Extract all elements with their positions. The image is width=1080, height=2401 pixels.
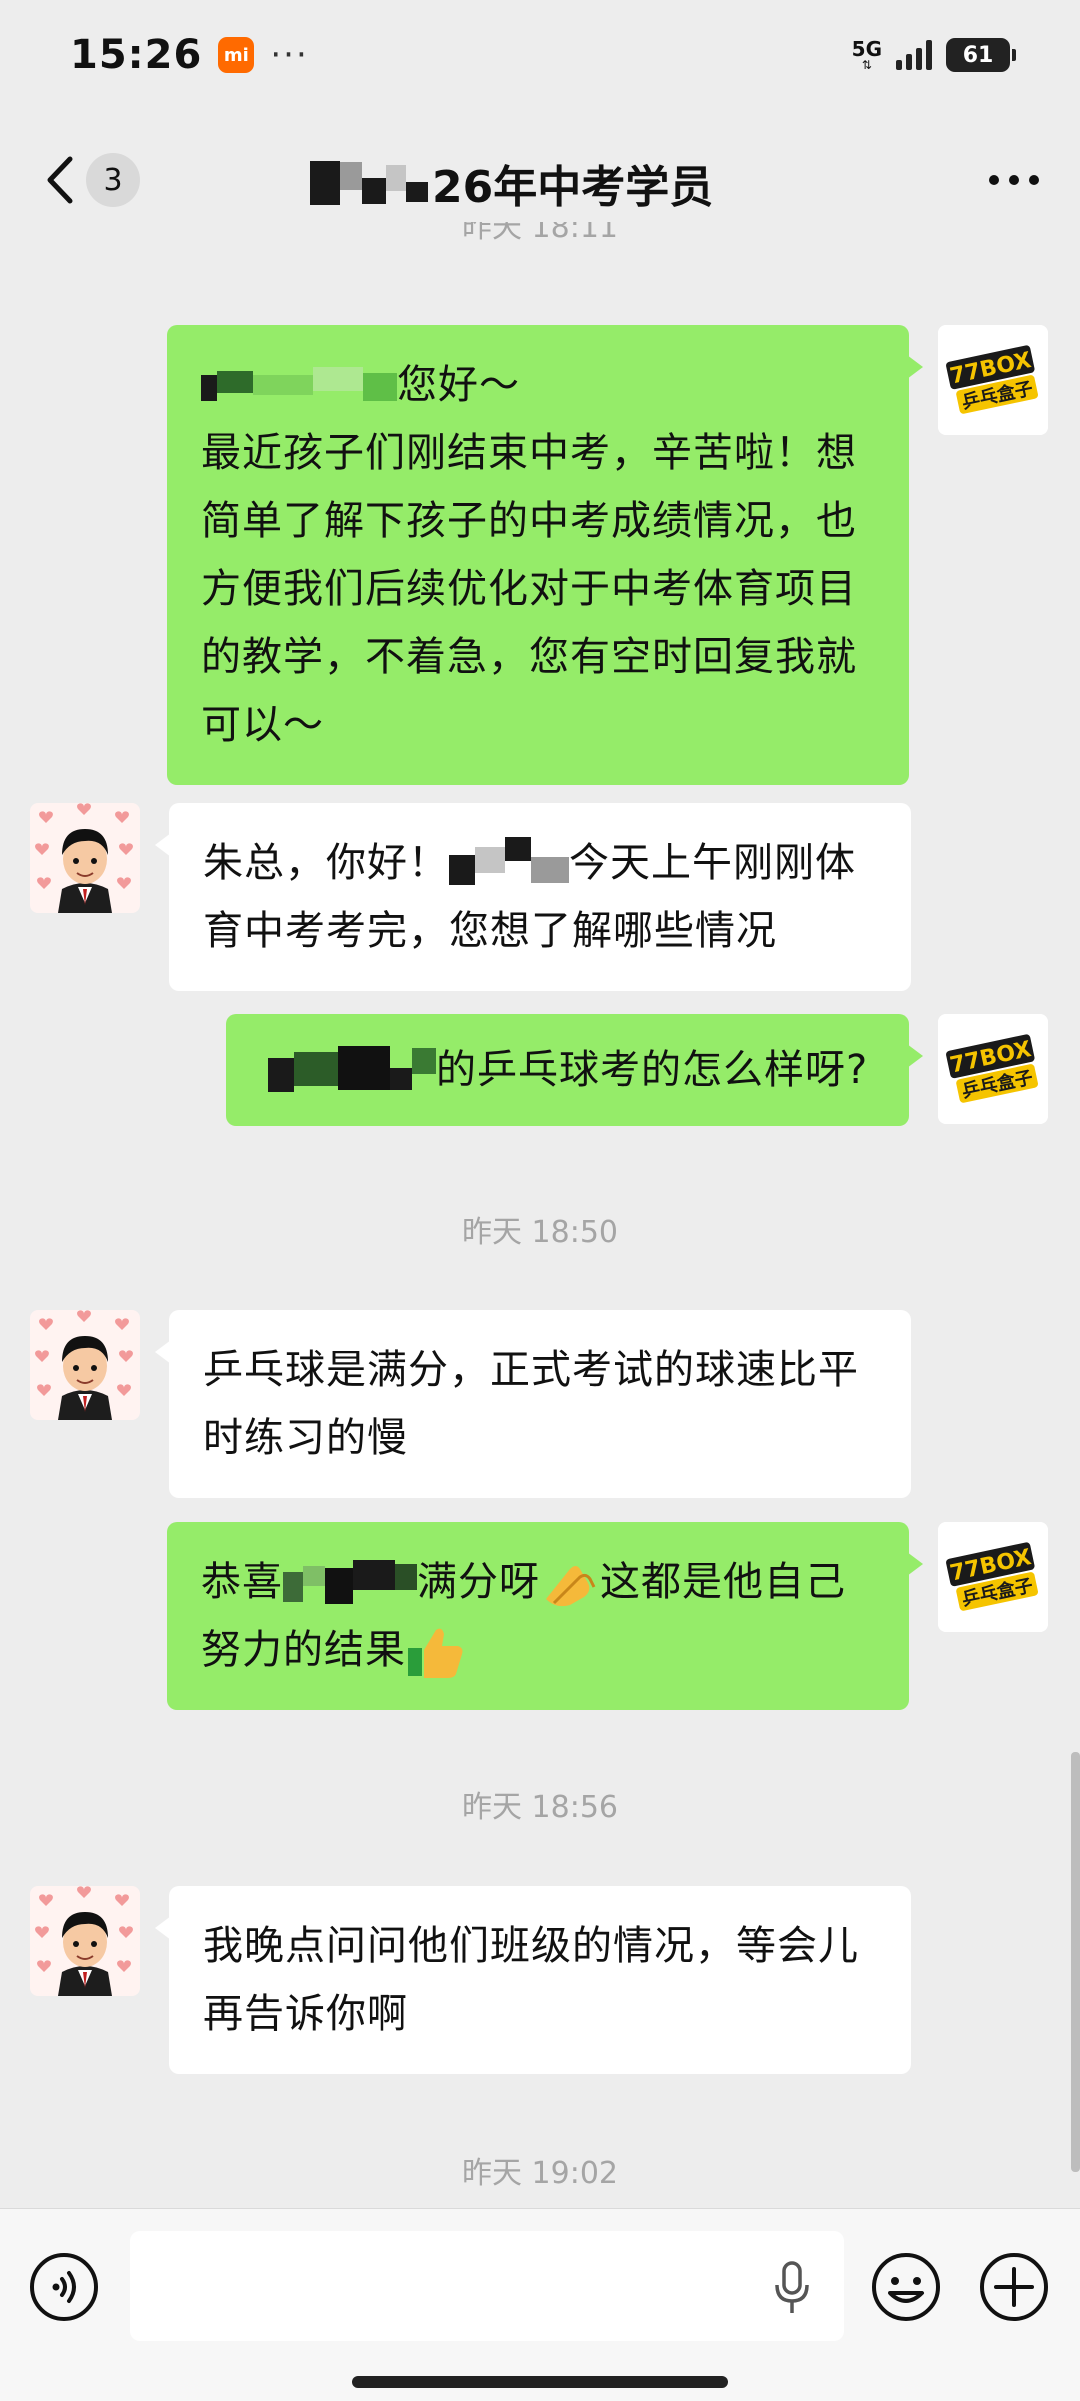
thumbs-up-emoji-icon (408, 1628, 463, 1678)
censored-name (256, 1046, 436, 1094)
message-text: 我晚点问问他们班级的情况，等会儿再告诉你啊 (203, 1923, 859, 2037)
censored-name (201, 365, 397, 409)
message-text: 您好～ (397, 362, 520, 408)
chat-title: 26年中考学员 (432, 162, 714, 213)
status-indicators: 5G ⇅ 61 (852, 38, 1016, 72)
self-avatar[interactable]: 77BOX 乒乓盒子 (938, 1522, 1048, 1632)
scrollbar[interactable] (1071, 1752, 1080, 2172)
home-indicator[interactable] (352, 2376, 728, 2388)
network-indicator: 5G ⇅ (852, 39, 882, 71)
logo-icon: 77BOX 乒乓盒子 (938, 1014, 1048, 1124)
status-time: 15:26 (70, 32, 203, 78)
message-text: 的乒乓球考的怎么样呀? (436, 1047, 869, 1093)
person-avatar-icon (30, 1886, 140, 1996)
timestamp: 昨天 18:56 (462, 1790, 618, 1825)
message-text: 恭喜 (201, 1559, 283, 1605)
chat-title-group[interactable]: 26年中考学员 (310, 155, 713, 213)
message-text: 满分呀 (417, 1559, 540, 1605)
message-bubble-other[interactable]: 我晚点问问他们班级的情况，等会儿再告诉你啊 (155, 1886, 911, 2074)
message-bubble-self[interactable]: 的乒乓球考的怎么样呀? (226, 1014, 923, 1126)
mi-icon: mi (218, 37, 255, 73)
battery-level: 61 (962, 42, 994, 68)
chat-header: 3 26年中考学员 (0, 125, 1080, 235)
back-arrow-icon[interactable] (40, 153, 80, 207)
censored-name (449, 837, 569, 887)
message-text: 最近孩子们刚结束中考，辛苦啦！想简单了解下孩子的中考成绩情况，也方便我们后续优化… (201, 430, 857, 748)
timestamp-text: 昨天 18:11 (462, 222, 618, 245)
unread-count-badge[interactable]: 3 (86, 153, 140, 207)
more-options-icon[interactable] (986, 165, 1042, 195)
contact-avatar[interactable] (30, 803, 140, 913)
network-type: 5G (851, 37, 882, 61)
battery-icon: 61 (946, 38, 1016, 72)
more-notifications-icon: ··· (270, 35, 309, 75)
message-input[interactable] (130, 2231, 844, 2341)
timestamp: 昨天 19:02 (462, 2156, 618, 2191)
person-avatar-icon (30, 803, 140, 913)
timestamp: 昨天 18:50 (462, 1215, 618, 1250)
clapping-hands-emoji-icon (546, 1566, 596, 1607)
message-text: 乒乓球是满分，正式考试的球速比平时练习的慢 (203, 1347, 859, 1461)
self-avatar[interactable]: 77BOX 乒乓盒子 (938, 1014, 1048, 1124)
add-attachment-icon[interactable] (978, 2251, 1050, 2323)
censored-name (310, 161, 428, 205)
signal-icon (896, 40, 932, 70)
logo-icon: 77BOX 乒乓盒子 (938, 1522, 1048, 1632)
message-bubble-self[interactable]: 您好～ 最近孩子们刚结束中考，辛苦啦！想简单了解下孩子的中考成绩情况，也方便我们… (167, 325, 923, 785)
message-line-greeting: 您好～ (201, 351, 875, 419)
data-arrows-icon: ⇅ (861, 58, 872, 72)
message-bubble-self[interactable]: 恭喜 满分呀 这都是他自己努力的结果 (167, 1522, 923, 1710)
status-bar: 15:26 mi ··· 5G ⇅ 61 (0, 0, 1080, 110)
message-bubble-other[interactable]: 乒乓球是满分，正式考试的球速比平时练习的慢 (155, 1310, 911, 1498)
person-avatar-icon (30, 1310, 140, 1420)
censored-name (283, 1560, 417, 1606)
logo-icon: 77BOX 乒乓盒子 (938, 325, 1048, 435)
emoji-icon[interactable] (870, 2251, 942, 2323)
message-bubble-other[interactable]: 朱总，你好！ 今天上午刚刚体育中考考完，您想了解哪些情况 (155, 803, 911, 991)
self-avatar[interactable]: 77BOX 乒乓盒子 (938, 325, 1048, 435)
contact-avatar[interactable] (30, 1886, 140, 1996)
contact-avatar[interactable] (30, 1310, 140, 1420)
microphone-icon[interactable] (772, 2261, 812, 2315)
timestamp: 昨天 18:11 (0, 222, 1080, 246)
message-text: 朱总，你好！ (203, 840, 449, 886)
input-bar (0, 2208, 1080, 2401)
voice-input-icon[interactable] (28, 2251, 100, 2323)
